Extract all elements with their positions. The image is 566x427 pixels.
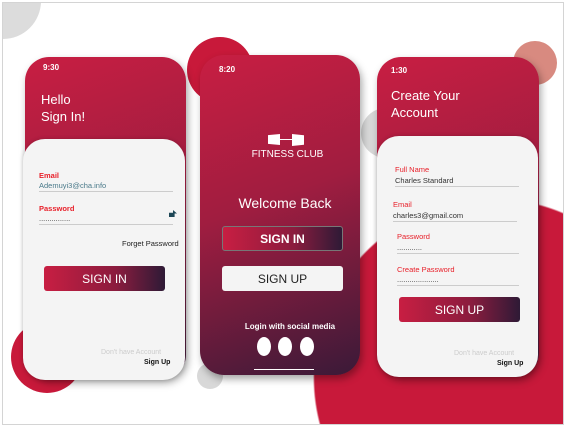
- no-account-text: Don't have Account: [454, 350, 515, 357]
- signin-card: Email Ademuyi3@cha.info Password .......…: [23, 139, 185, 380]
- fullname-label: Full Name: [395, 165, 430, 174]
- social-label: Login with social media: [244, 322, 336, 331]
- heading: Create Your Account: [391, 87, 460, 121]
- welcome-title: Welcome Back: [238, 195, 332, 211]
- sign-up-button[interactable]: SIGN UP: [222, 266, 343, 291]
- canvas: 9:30 Hello Sign In! Email Ademuyi3@cha.in…: [2, 2, 564, 425]
- home-indicator: [254, 369, 314, 370]
- status-time: 1:30: [391, 66, 408, 75]
- email-label: Email: [393, 200, 412, 209]
- social-button[interactable]: [257, 337, 271, 356]
- forget-password-link[interactable]: Forget Password: [122, 239, 179, 248]
- heading-line: Create Your: [391, 88, 460, 103]
- heading: Hello Sign In!: [41, 91, 85, 125]
- welcome-screen: 8:20 FITNESS CLUB Welcome Back SIGN IN S…: [200, 55, 360, 375]
- sign-up-link[interactable]: Sign Up: [497, 360, 523, 367]
- status-time: 8:20: [219, 65, 236, 74]
- heading-line: Account: [391, 105, 438, 120]
- heading-line: Sign In!: [41, 109, 86, 124]
- social-button[interactable]: [300, 337, 314, 356]
- password-label: Password: [39, 204, 75, 213]
- signup-card: Full Name Charles Standard Email charles…: [377, 136, 538, 377]
- dumbbell-icon: [268, 134, 304, 146]
- email-field[interactable]: Ademuyi3@cha.info: [39, 181, 173, 192]
- sign-up-link[interactable]: Sign Up: [144, 359, 170, 366]
- create-password-field[interactable]: ....................: [397, 275, 519, 286]
- password-field[interactable]: ...............: [39, 214, 173, 225]
- status-time: 9:30: [43, 63, 60, 72]
- sign-in-button[interactable]: SIGN IN: [44, 266, 165, 291]
- show-password-icon[interactable]: [169, 210, 177, 217]
- email-field[interactable]: charles3@gmail.com: [393, 211, 517, 222]
- password-field[interactable]: ............: [397, 243, 519, 254]
- sign-up-button[interactable]: SIGN UP: [399, 297, 520, 322]
- sign-in-button[interactable]: SIGN IN: [222, 226, 343, 251]
- brand-name: FITNESS CLUB: [251, 149, 324, 160]
- password-label: Password: [397, 232, 430, 241]
- heading-line: Hello: [41, 92, 71, 107]
- deco-circle-gray: [3, 3, 41, 39]
- social-button[interactable]: [278, 337, 292, 356]
- fullname-field[interactable]: Charles Standard: [395, 176, 519, 187]
- email-label: Email: [39, 171, 60, 180]
- no-account-text: Don't have Account: [101, 349, 162, 356]
- create-password-label: Create Password: [397, 265, 455, 274]
